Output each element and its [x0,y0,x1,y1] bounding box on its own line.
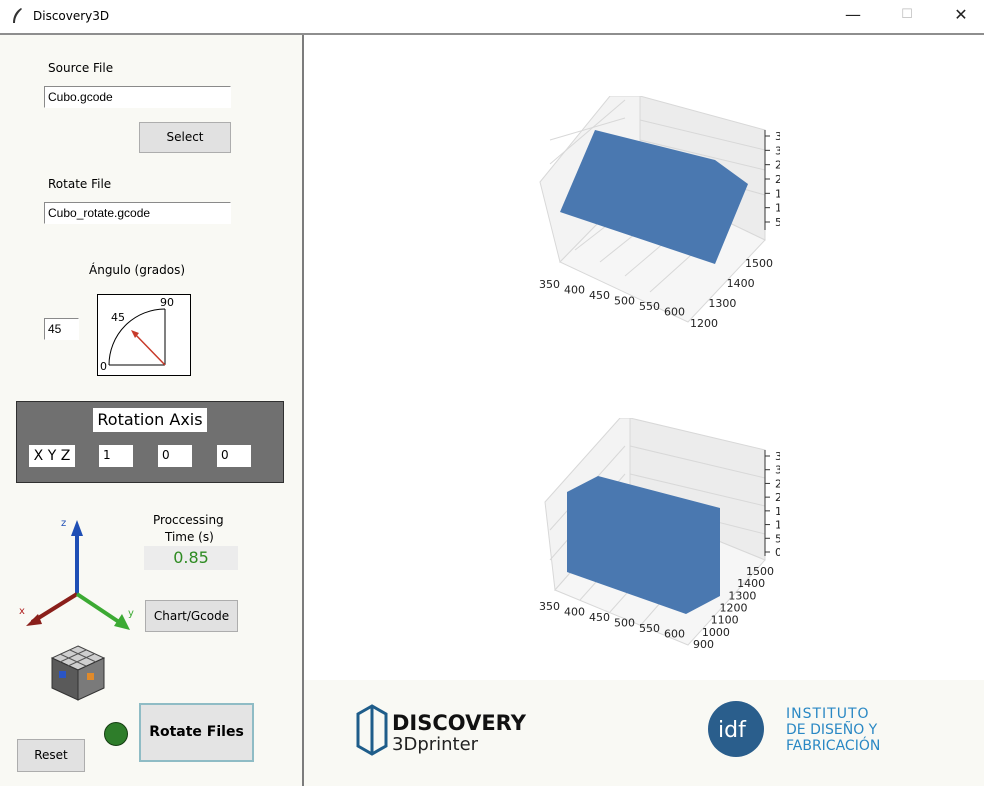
plot-top: 35030025020015010050 350400450500550600 … [539,96,780,330]
source-file-input[interactable] [44,86,231,108]
x-tick-label: 450 [589,289,610,302]
x-tick-label: 550 [639,622,660,635]
xyz-label: X Y Z [29,445,75,467]
z-tick-label: 200 [775,491,780,504]
processing-time-value: 0.85 [144,546,238,570]
z-tick-label: 50 [775,216,780,229]
plot-bottom: 350300250200150100500 350400450500550600… [539,418,780,651]
z-tick-label: 250 [775,477,780,490]
reset-button[interactable]: Reset [17,739,85,772]
axis-x-label: x [19,606,25,617]
processing-label-1: Proccessing [153,513,224,527]
discovery-text: DISCOVERY [392,711,527,735]
z-tick-label: 350 [775,130,780,143]
y-tick-label: 1000 [702,626,730,639]
x-tick-label: 350 [539,278,560,291]
cube-icon [50,645,106,701]
minimize-button[interactable]: — [830,0,876,32]
y-tick-label: 1500 [745,257,773,270]
plot-bottom-z-ticks: 350300250200150100500 [765,450,780,559]
idf-line2: DE DISEÑO Y [786,721,878,738]
dial-label-90: 90 [160,296,174,309]
discovery-logo: DISCOVERY 3Dprinter [356,704,527,756]
rotate-file-input[interactable] [44,202,231,224]
idf-line3: FABRICACIÓN [786,736,880,754]
axes-icon: z x y [19,518,134,630]
source-file-label: Source File [48,61,114,75]
y-tick-label: 1200 [690,317,718,330]
maximize-button[interactable]: ☐ [884,0,930,32]
z-tick-label: 50 [775,532,780,545]
y-tick-label: 1500 [746,565,774,578]
idf-logo: idf INSTITUTO DE DISEÑO Y FABRICACIÓN [708,701,880,757]
z-tick-label: 350 [775,450,780,463]
x-tick-label: 500 [614,617,635,630]
z-tick-label: 300 [775,144,780,157]
x-tick-label: 450 [589,611,610,624]
processing-label-2: Time (s) [165,530,214,544]
y-tick-label: 1400 [727,277,755,290]
y-tick-label: 1300 [728,589,756,602]
x-tick-label: 500 [614,295,635,308]
angle-label: Ángulo (grados) [89,263,186,277]
z-tick-label: 0 [775,546,780,559]
z-tick-label: 100 [775,519,780,532]
z-tick-label: 200 [775,173,780,186]
rotation-axis-panel: Rotation Axis X Y Z 1 0 0 [16,401,284,483]
y-tick-label: 1100 [711,614,739,627]
y-tick-label: 1200 [720,602,748,615]
z-tick-label: 250 [775,159,780,172]
y-tick-label: 1300 [708,297,736,310]
x-tick-label: 400 [564,606,585,619]
axis-z-label: z [61,518,66,529]
y-tick-label: 1400 [737,577,765,590]
z-tick-label: 150 [775,187,780,200]
axis-z-input[interactable]: 0 [217,445,251,467]
x-tick-label: 600 [664,628,685,641]
status-indicator [104,722,128,746]
z-tick-label: 300 [775,464,780,477]
z-tick-label: 150 [775,505,780,518]
x-tick-label: 400 [564,284,585,297]
rotation-axis-title: Rotation Axis [93,408,207,432]
dial-label-45: 45 [111,311,125,324]
angle-dial[interactable]: 0 45 90 [97,294,191,376]
close-button[interactable]: ✕ [938,0,984,32]
title-bar: Discovery3D — ☐ ✕ [0,0,984,32]
angle-input[interactable] [44,318,79,340]
discovery-subtext: 3Dprinter [392,734,479,755]
dial-label-0: 0 [100,360,107,373]
select-button[interactable]: Select [139,122,231,153]
y-tick-label: 900 [693,638,714,651]
idf-mark: idf [718,718,747,743]
plot-top-z-ticks: 350300 250200150 10050 [765,130,780,229]
window-title: Discovery3D [33,9,110,23]
feather-icon [13,8,22,23]
x-tick-label: 550 [639,300,660,313]
rotate-files-button[interactable]: Rotate Files [139,703,254,762]
axis-y-label: y [128,608,134,619]
idf-line1: INSTITUTO [786,706,870,722]
axis-y-input[interactable]: 0 [158,445,192,467]
chart-gcode-button[interactable]: Chart/Gcode [145,600,238,632]
x-tick-label: 600 [664,306,685,319]
axis-x-input[interactable]: 1 [99,445,133,467]
z-tick-label: 100 [775,202,780,215]
rotate-file-label: Rotate File [48,177,112,191]
x-tick-label: 350 [539,600,560,613]
